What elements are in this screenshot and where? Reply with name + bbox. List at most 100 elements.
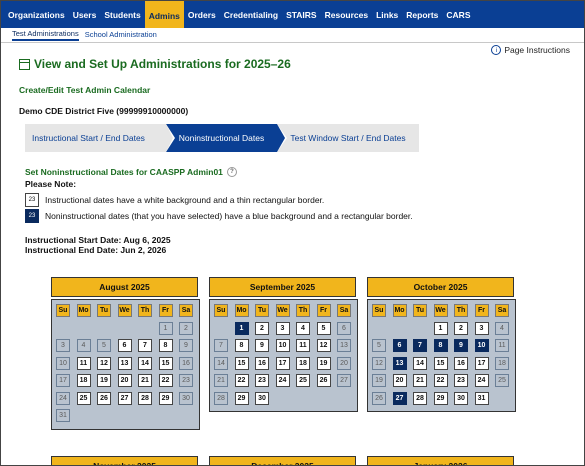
calendar-day-cell[interactable]: 12 [372,356,386,370]
create-edit-calendar-link[interactable]: Create/Edit Test Admin Calendar [19,85,150,95]
noninstructional-day-cell[interactable]: 6 [392,339,407,352]
step-test-window-dates[interactable]: Test Window Start / End Dates [277,124,419,152]
calendar-day-cell[interactable]: 23 [179,374,193,387]
calendar-day-cell[interactable]: 6 [117,339,132,352]
calendar-day-cell[interactable]: 7 [214,339,228,352]
calendar-day-cell[interactable]: 12 [97,356,111,370]
calendar-day-cell[interactable]: 20 [392,374,407,387]
calendar-day-cell[interactable]: 29 [433,391,448,405]
subnav-item-test-administrations[interactable]: Test Administrations [12,29,79,41]
nav-item-students[interactable]: Students [100,1,144,28]
nav-item-links[interactable]: Links [372,1,402,28]
calendar-day-cell[interactable]: 3 [275,321,290,335]
calendar-day-cell[interactable]: 5 [372,339,386,352]
calendar-day-cell[interactable]: 19 [316,356,331,370]
calendar-day-cell[interactable]: 25 [495,374,509,387]
calendar-day-cell[interactable]: 24 [275,374,290,387]
noninstructional-day-cell[interactable]: 27 [392,391,407,405]
step-noninstructional-dates[interactable]: Noninstructional Dates [166,124,277,152]
noninstructional-day-cell[interactable]: 10 [474,339,489,352]
nav-item-admins[interactable]: Admins [144,1,184,28]
nav-item-stairs[interactable]: STAIRS [282,1,321,28]
calendar-day-cell[interactable]: 17 [275,356,290,370]
noninstructional-day-cell[interactable]: 1 [234,321,249,335]
calendar-day-cell[interactable]: 3 [474,321,489,335]
calendar-day-cell[interactable]: 11 [296,339,310,352]
calendar-day-cell[interactable]: 15 [158,356,173,370]
calendar-day-cell[interactable]: 22 [234,374,249,387]
calendar-day-cell[interactable]: 29 [158,391,173,405]
calendar-day-cell[interactable]: 28 [214,391,228,405]
calendar-day-cell[interactable]: 24 [474,374,489,387]
help-question-icon[interactable]: ? [226,167,237,177]
calendar-day-cell[interactable]: 27 [337,374,351,387]
calendar-day-cell[interactable]: 16 [454,356,468,370]
calendar-day-cell[interactable]: 26 [372,391,386,405]
calendar-day-cell[interactable]: 14 [214,356,228,370]
calendar-day-cell[interactable]: 17 [56,374,70,387]
calendar-day-cell[interactable]: 15 [234,356,249,370]
calendar-day-cell[interactable]: 4 [76,339,91,352]
subnav-item-school-administration[interactable]: School Administration [85,30,157,40]
calendar-day-cell[interactable]: 31 [474,391,489,405]
calendar-day-cell[interactable]: 8 [234,339,249,352]
calendar-day-cell[interactable]: 20 [117,374,132,387]
calendar-day-cell[interactable]: 30 [255,391,269,405]
calendar-day-cell[interactable]: 3 [56,339,70,352]
calendar-day-cell[interactable]: 26 [97,391,111,405]
calendar-day-cell[interactable]: 7 [138,339,152,352]
calendar-day-cell[interactable]: 10 [275,339,290,352]
calendar-day-cell[interactable]: 17 [474,356,489,370]
calendar-day-cell[interactable]: 5 [316,321,331,335]
calendar-day-cell[interactable]: 2 [255,321,269,335]
noninstructional-day-cell[interactable]: 8 [433,339,448,352]
calendar-day-cell[interactable]: 18 [495,356,509,370]
calendar-day-cell[interactable]: 19 [97,374,111,387]
calendar-day-cell[interactable]: 4 [296,321,310,335]
calendar-day-cell[interactable]: 5 [97,339,111,352]
nav-item-orders[interactable]: Orders [184,1,220,28]
nav-item-users[interactable]: Users [69,1,101,28]
nav-item-resources[interactable]: Resources [321,1,372,28]
calendar-day-cell[interactable]: 6 [337,321,351,335]
calendar-day-cell[interactable]: 18 [76,374,91,387]
calendar-day-cell[interactable]: 28 [413,391,427,405]
nav-item-credentialing[interactable]: Credentialing [220,1,282,28]
calendar-day-cell[interactable]: 10 [56,356,70,370]
calendar-day-cell[interactable]: 16 [255,356,269,370]
nav-item-cars[interactable]: CARS [442,1,474,28]
nav-item-reports[interactable]: Reports [402,1,442,28]
calendar-day-cell[interactable]: 15 [433,356,448,370]
calendar-day-cell[interactable]: 14 [413,356,427,370]
calendar-day-cell[interactable]: 4 [495,321,509,335]
calendar-day-cell[interactable]: 21 [138,374,152,387]
calendar-day-cell[interactable]: 9 [179,339,193,352]
calendar-day-cell[interactable]: 11 [76,356,91,370]
calendar-day-cell[interactable]: 11 [495,339,509,352]
calendar-day-cell[interactable]: 18 [296,356,310,370]
calendar-day-cell[interactable]: 31 [56,409,70,422]
noninstructional-day-cell[interactable]: 7 [413,339,427,352]
calendar-day-cell[interactable]: 27 [117,391,132,405]
calendar-day-cell[interactable]: 13 [337,339,351,352]
calendar-day-cell[interactable]: 1 [158,321,173,335]
calendar-day-cell[interactable]: 24 [56,391,70,405]
calendar-day-cell[interactable]: 21 [214,374,228,387]
calendar-day-cell[interactable]: 25 [76,391,91,405]
calendar-day-cell[interactable]: 30 [179,391,193,405]
calendar-day-cell[interactable]: 12 [316,339,331,352]
calendar-day-cell[interactable]: 1 [433,321,448,335]
calendar-day-cell[interactable]: 21 [413,374,427,387]
calendar-day-cell[interactable]: 28 [138,391,152,405]
page-instructions-link[interactable]: i Page Instructions [491,45,570,55]
calendar-day-cell[interactable]: 8 [158,339,173,352]
calendar-day-cell[interactable]: 20 [337,356,351,370]
nav-item-organizations[interactable]: Organizations [4,1,69,28]
calendar-day-cell[interactable]: 2 [179,321,193,335]
calendar-day-cell[interactable]: 13 [117,356,132,370]
noninstructional-day-cell[interactable]: 13 [392,356,407,370]
calendar-day-cell[interactable]: 23 [454,374,468,387]
calendar-day-cell[interactable]: 22 [433,374,448,387]
calendar-day-cell[interactable]: 25 [296,374,310,387]
noninstructional-day-cell[interactable]: 9 [454,339,468,352]
